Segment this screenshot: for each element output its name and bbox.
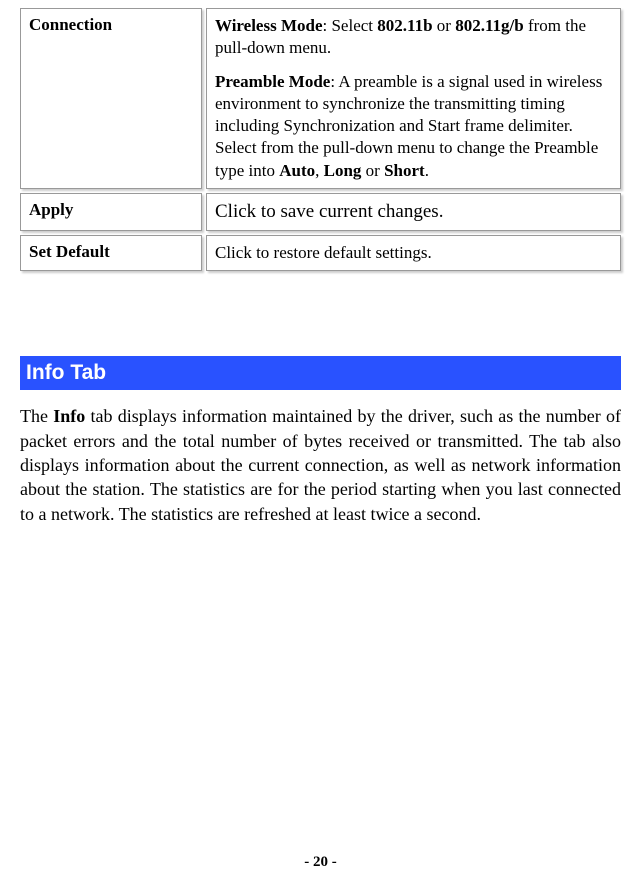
info-tab-description: The Info tab displays information mainta…	[20, 404, 621, 525]
table-row: Connection Wireless Mode: Select 802.11b…	[20, 8, 621, 189]
text: or	[361, 161, 384, 180]
text: tab displays information maintained by t…	[20, 406, 621, 523]
preamble-mode-label: Preamble Mode	[215, 72, 330, 91]
wireless-mode-label: Wireless Mode	[215, 16, 323, 35]
option-80211b: 802.11b	[377, 16, 432, 35]
row-label-connection: Connection	[20, 8, 202, 189]
row-desc-setdefault: Click to restore default settings.	[206, 235, 621, 271]
settings-table: Connection Wireless Mode: Select 802.11b…	[20, 8, 621, 271]
option-long: Long	[324, 161, 362, 180]
text: .	[425, 161, 429, 180]
table-row: Set Default Click to restore default set…	[20, 235, 621, 271]
option-short: Short	[384, 161, 425, 180]
section-header-info-tab: Info Tab	[20, 356, 621, 390]
text: The	[20, 406, 53, 426]
preamble-mode-paragraph: Preamble Mode: A preamble is a signal us…	[215, 71, 612, 181]
wireless-mode-paragraph: Wireless Mode: Select 802.11b or 802.11g…	[215, 15, 612, 59]
page-number: - 20 -	[0, 854, 641, 871]
row-label-setdefault: Set Default	[20, 235, 202, 271]
row-desc-apply: Click to save current changes.	[206, 193, 621, 232]
text: or	[433, 16, 456, 35]
option-80211gb: 802.11g/b	[455, 16, 524, 35]
option-auto: Auto	[279, 161, 315, 180]
row-label-apply: Apply	[20, 193, 202, 232]
row-desc-connection: Wireless Mode: Select 802.11b or 802.11g…	[206, 8, 621, 189]
table-row: Apply Click to save current changes.	[20, 193, 621, 232]
text: : Select	[323, 16, 378, 35]
text: ,	[315, 161, 324, 180]
info-bold: Info	[53, 406, 85, 426]
